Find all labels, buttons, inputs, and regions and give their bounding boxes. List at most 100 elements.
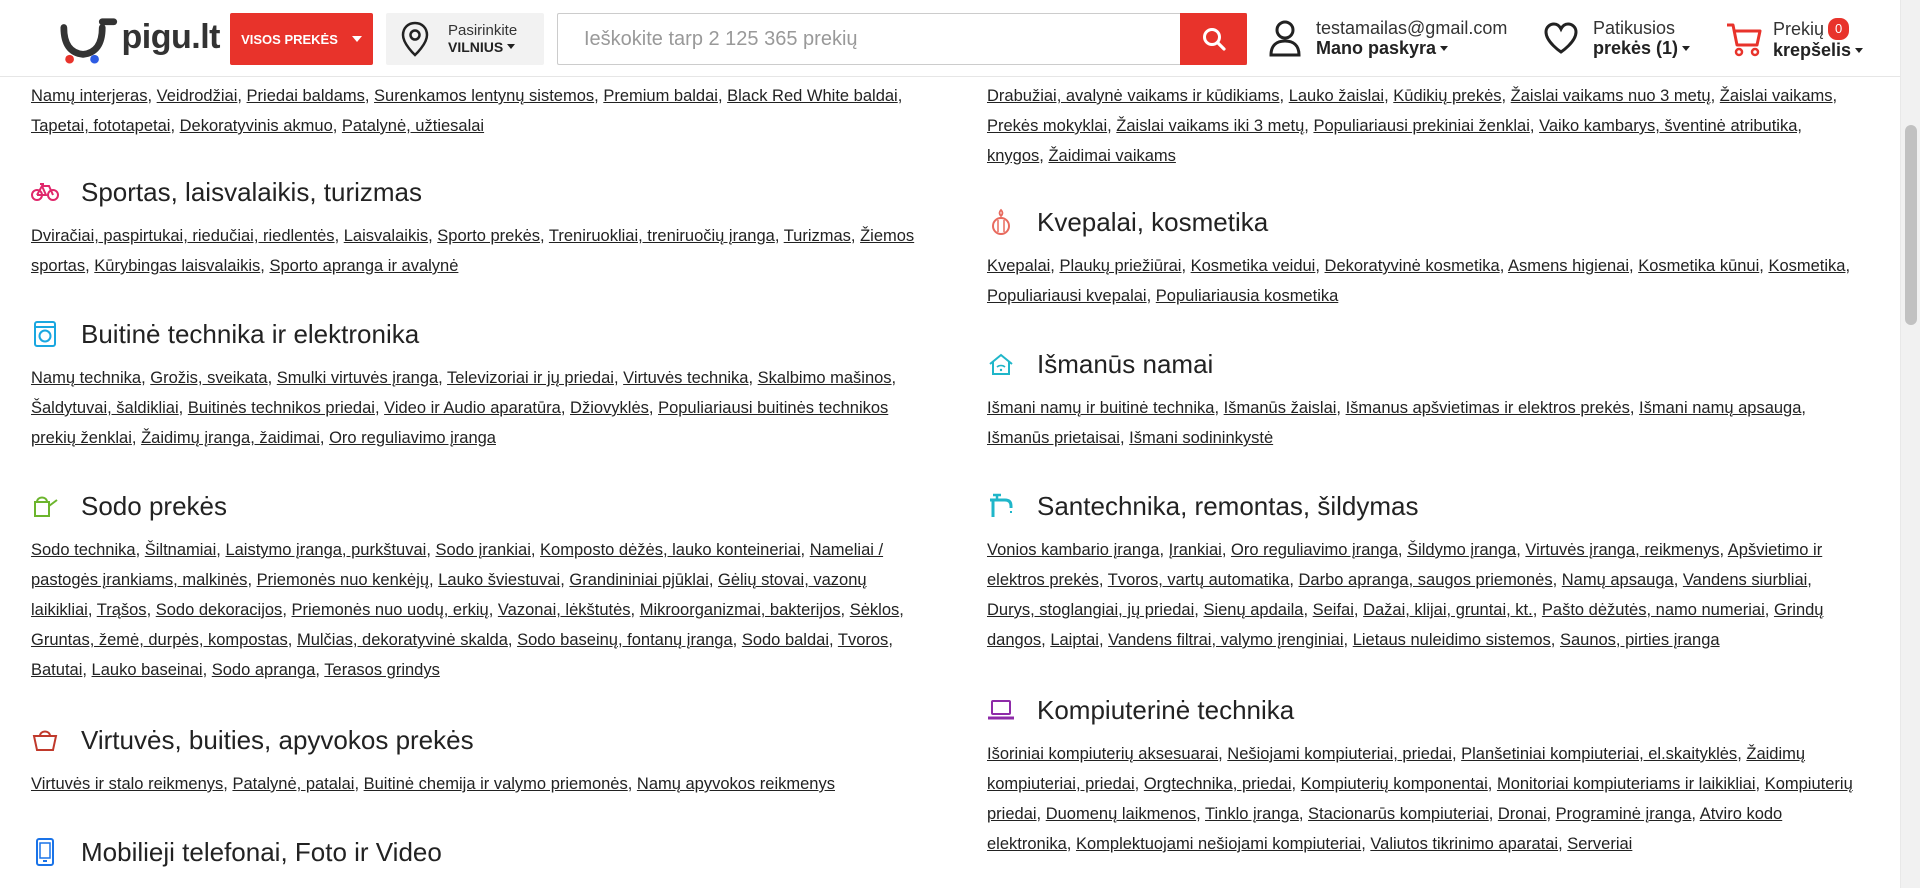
category-link[interactable]: Stacionarūs kompiuteriai xyxy=(1308,805,1489,823)
category-link[interactable]: Nešiojami kompiuteriai, priedai xyxy=(1227,745,1452,763)
category-link[interactable]: Kosmetika kūnui xyxy=(1638,257,1759,275)
category-link[interactable]: Surenkamos lentynų sistemos xyxy=(374,87,594,105)
category-link[interactable]: Gruntas, žemė, durpės, kompostas xyxy=(31,631,288,649)
category-link[interactable]: Saunos, pirties įranga xyxy=(1560,631,1720,649)
category-link[interactable]: Išmanūs žaislai xyxy=(1224,399,1337,417)
account-menu[interactable]: testamailas@gmail.com Mano paskyra xyxy=(1268,18,1507,58)
category-link[interactable]: Populiariausi kvepalai xyxy=(987,287,1147,305)
category-link[interactable]: Tinklo įranga xyxy=(1205,805,1299,823)
location-selector[interactable]: Pasirinkite VILNIUS xyxy=(386,13,544,65)
category-link[interactable]: Programinė įranga xyxy=(1556,805,1692,823)
category-link[interactable]: Planšetiniai kompiuteriai, el.skaityklės xyxy=(1461,745,1737,763)
category-link[interactable]: Dviračiai, paspirtukai, riedučiai, riedl… xyxy=(31,227,335,245)
category-link[interactable]: Priemonės nuo kenkėjų xyxy=(257,571,429,589)
category-link[interactable]: Išmani namų ir buitinė technika xyxy=(987,399,1214,417)
category-link[interactable]: Namų technika xyxy=(31,369,141,387)
category-link[interactable]: Žaidimų įranga, žaidimai xyxy=(141,429,320,447)
pigu-logo[interactable]: pigu.lt xyxy=(60,14,221,66)
category-link[interactable]: Skalbimo mašinos xyxy=(758,369,892,387)
category-link[interactable]: Išmani sodininkystė xyxy=(1129,429,1273,447)
category-link[interactable]: Sienų apdaila xyxy=(1203,601,1303,619)
category-link[interactable]: Kompiuterių komponentai xyxy=(1301,775,1488,793)
category-link[interactable]: Komposto dėžės, lauko konteineriai xyxy=(540,541,801,559)
category-link[interactable]: Išoriniai kompiuterių aksesuarai xyxy=(987,745,1218,763)
category-link[interactable]: Žaislai vaikams xyxy=(1720,87,1833,105)
category-title[interactable]: Kvepalai, kosmetika xyxy=(1037,207,1268,238)
category-link[interactable]: Grandininiai pjūklai xyxy=(569,571,708,589)
category-link[interactable]: Virtuvės įranga, reikmenys xyxy=(1525,541,1719,559)
search-input[interactable] xyxy=(558,14,1247,64)
category-link[interactable]: Asmens higienai xyxy=(1508,257,1629,275)
category-link[interactable]: Sodo dekoracijos xyxy=(156,601,283,619)
category-link[interactable]: Vazonai, lėkštutės xyxy=(498,601,631,619)
category-link[interactable]: Džiovyklės xyxy=(570,399,649,417)
category-link[interactable]: Populiariausia kosmetika xyxy=(1156,287,1339,305)
category-link[interactable]: Buitinės technikos priedai xyxy=(188,399,375,417)
category-link[interactable]: Mikroorganizmai, bakterijos xyxy=(640,601,841,619)
category-link[interactable]: Virtuvės ir stalo reikmenys xyxy=(31,775,223,793)
category-link[interactable]: Oro reguliavimo įranga xyxy=(329,429,496,447)
category-link[interactable]: Priedai baldams xyxy=(247,87,365,105)
category-link[interactable]: Lietaus nuleidimo sistemos xyxy=(1353,631,1551,649)
category-link[interactable]: Treniruokliai, treniruočių įranga xyxy=(549,227,775,245)
category-link[interactable]: Patalynė, užtiesalai xyxy=(342,117,484,135)
category-link[interactable]: Durys, stoglangiai, jų priedai xyxy=(987,601,1194,619)
category-link[interactable]: Dekoratyvinis akmuo xyxy=(180,117,333,135)
category-link[interactable]: Tapetai, fototapetai xyxy=(31,117,170,135)
category-link[interactable]: Šiltnamiai xyxy=(145,541,217,559)
category-link[interactable]: Laistymo įranga, purkštuvai xyxy=(225,541,426,559)
category-link[interactable]: Orgtechnika, priedai xyxy=(1144,775,1292,793)
category-link[interactable]: Virtuvės technika xyxy=(623,369,748,387)
category-link[interactable]: Kosmetika veidui xyxy=(1191,257,1316,275)
category-link[interactable]: Serveriai xyxy=(1567,835,1632,853)
search-button[interactable] xyxy=(1180,13,1247,65)
category-title[interactable]: Mobilieji telefonai, Foto ir Video xyxy=(81,837,442,868)
category-link[interactable]: Duomenų laikmenos xyxy=(1046,805,1196,823)
category-link[interactable]: Trąšos xyxy=(97,601,147,619)
category-link[interactable]: Vandens filtrai, valymo įrenginiai xyxy=(1108,631,1343,649)
category-link[interactable]: Sporto prekės xyxy=(437,227,540,245)
category-link[interactable]: Turizmas xyxy=(784,227,851,245)
category-link[interactable]: Video ir Audio aparatūra xyxy=(384,399,561,417)
category-link[interactable]: Lauko šviestuvai xyxy=(438,571,560,589)
category-title[interactable]: Santechnika, remontas, šildymas xyxy=(1037,491,1419,522)
category-title[interactable]: Kompiuterinė technika xyxy=(1037,695,1294,726)
category-link[interactable]: Dažai, klijai, gruntai, kt. xyxy=(1363,601,1533,619)
category-link[interactable]: Lauko baseinai xyxy=(92,661,203,679)
category-title[interactable]: Buitinė technika ir elektronika xyxy=(81,319,419,350)
category-link[interactable]: Komplektuojami nešiojami kompiuteriai xyxy=(1076,835,1361,853)
scrollbar-thumb[interactable] xyxy=(1905,125,1917,325)
category-link[interactable]: Prekės mokyklai xyxy=(987,117,1107,135)
category-link[interactable]: Patalynė, patalai xyxy=(232,775,354,793)
category-link[interactable]: Seifai xyxy=(1313,601,1354,619)
category-link[interactable]: Laiptai xyxy=(1050,631,1099,649)
category-link[interactable]: Veidrodžiai xyxy=(157,87,238,105)
category-link[interactable]: Valiutos tikrinimo aparatai xyxy=(1370,835,1558,853)
category-link[interactable]: Žaidimai vaikams xyxy=(1048,147,1175,165)
category-link[interactable]: Populiariausi prekiniai ženklai xyxy=(1313,117,1529,135)
category-link[interactable]: Išmanus apšvietimas ir elektros prekės xyxy=(1346,399,1630,417)
category-link[interactable]: Kvepalai xyxy=(987,257,1050,275)
category-title[interactable]: Išmanūs namai xyxy=(1037,349,1213,380)
category-link[interactable]: Sodo apranga xyxy=(212,661,316,679)
favorites-menu[interactable]: Patikusios prekės (1) xyxy=(1543,18,1691,58)
category-link[interactable]: Dekoratyvinė kosmetika xyxy=(1325,257,1500,275)
category-link[interactable]: Dronai xyxy=(1498,805,1547,823)
category-link[interactable]: Plaukų priežiūrai xyxy=(1059,257,1181,275)
category-link[interactable]: Šaldytuvai, šaldikliai xyxy=(31,399,179,417)
all-products-button[interactable]: VISOS PREKĖS xyxy=(230,13,373,65)
cart-menu[interactable]: Prekių 0 krepšelis xyxy=(1725,18,1864,60)
category-link[interactable]: Grožis, sveikata xyxy=(150,369,267,387)
category-link[interactable]: Oro reguliavimo įranga xyxy=(1231,541,1398,559)
category-link[interactable]: Priemonės nuo uodų, erkių xyxy=(291,601,488,619)
category-link[interactable]: Sodo technika xyxy=(31,541,136,559)
category-link[interactable]: Žaislai vaikams iki 3 metų xyxy=(1116,117,1304,135)
category-link[interactable]: Televizoriai ir jų priedai xyxy=(447,369,614,387)
category-link[interactable]: Namų interjeras xyxy=(31,87,147,105)
category-link[interactable]: Drabužiai, avalynė vaikams ir kūdikiams xyxy=(987,87,1280,105)
category-link[interactable]: Black Red White baldai xyxy=(727,87,898,105)
category-link[interactable]: Sodo įrankiai xyxy=(435,541,530,559)
category-link[interactable]: Įrankiai xyxy=(1169,541,1222,559)
category-link[interactable]: Batutai xyxy=(31,661,82,679)
category-link[interactable]: Kosmetika xyxy=(1768,257,1845,275)
